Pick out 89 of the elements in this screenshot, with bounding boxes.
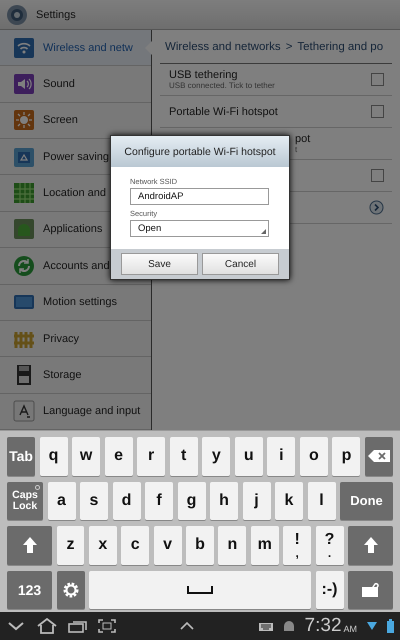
dialog-title: Configure portable Wi-Fi hotspot — [111, 136, 289, 167]
save-button[interactable]: Save — [121, 253, 198, 275]
key[interactable]: f — [145, 482, 173, 520]
checkbox[interactable] — [371, 169, 384, 182]
dropdown-corner-icon — [261, 229, 266, 234]
breadcrumb-separator: > — [286, 40, 292, 52]
speaker-icon — [13, 73, 35, 96]
key[interactable]: p — [332, 437, 360, 476]
battery-icon — [387, 619, 394, 633]
key[interactable]: w — [72, 437, 100, 476]
key[interactable]: s — [80, 482, 108, 520]
key[interactable]: v — [154, 526, 182, 564]
key[interactable]: c — [121, 526, 150, 564]
cancel-button[interactable]: Cancel — [202, 253, 279, 275]
sync-icon — [13, 254, 35, 277]
key[interactable]: Tab — [7, 437, 35, 476]
backspace-key[interactable] — [364, 437, 393, 476]
key[interactable]: m — [250, 526, 279, 564]
key[interactable]: u — [234, 437, 263, 476]
home-icon[interactable] — [36, 618, 58, 634]
setting-title: pot — [295, 133, 312, 145]
indicator-icon — [35, 484, 40, 490]
key[interactable]: ! , — [283, 526, 312, 564]
sidebar-item[interactable]: Applications — [43, 223, 102, 236]
input-field[interactable]: AndroidAP — [130, 188, 269, 205]
key[interactable]: l — [308, 482, 336, 520]
key[interactable]: h — [210, 482, 238, 520]
key[interactable]: :-) — [316, 570, 344, 609]
key[interactable]: k — [275, 482, 303, 520]
shift-key[interactable] — [7, 526, 52, 564]
screenshot-icon[interactable] — [98, 619, 116, 633]
key[interactable]: z — [56, 526, 84, 564]
key[interactable]: t — [170, 437, 198, 476]
sidebar-item[interactable]: Location and — [43, 187, 106, 200]
sidebar-item[interactable]: Screen — [43, 114, 78, 126]
key[interactable]: b — [186, 526, 214, 564]
key[interactable]: i — [267, 437, 296, 476]
checkbox[interactable] — [371, 73, 384, 86]
letter-icon — [13, 400, 35, 422]
settings-icon — [62, 580, 80, 599]
space-bar-icon — [187, 586, 213, 594]
wifi-icon — [13, 36, 35, 59]
checkbox[interactable] — [371, 105, 384, 118]
key[interactable]: x — [88, 526, 117, 564]
clipboard-key[interactable] — [348, 570, 393, 609]
setting-subtitle: USB connected. Tick to tether — [169, 81, 276, 90]
key[interactable]: o — [300, 437, 328, 476]
app-title: Settings — [36, 8, 76, 20]
sidebar-item[interactable]: Power saving — [43, 150, 110, 163]
sidebar-item[interactable]: Privacy — [43, 332, 80, 345]
dropdown[interactable]: Open — [130, 220, 269, 237]
sidebar-item[interactable]: Motion settings — [43, 296, 117, 308]
breadcrumb-link[interactable]: Wireless and networks — [165, 40, 281, 52]
settings-key[interactable] — [56, 570, 84, 609]
key[interactable]: y — [202, 437, 230, 476]
key[interactable]: d — [112, 482, 140, 520]
caps-lock-key[interactable]: Caps Lock — [7, 482, 43, 520]
key[interactable]: Done — [340, 482, 393, 520]
key[interactable]: a — [48, 482, 76, 520]
setting-title: Portable Wi-Fi hotspot — [169, 106, 279, 118]
key[interactable]: q — [40, 437, 68, 476]
shift-arrow-icon — [22, 537, 36, 554]
shift-key[interactable] — [348, 526, 393, 564]
key[interactable]: r — [137, 437, 166, 476]
wifi-icon — [367, 621, 378, 631]
key[interactable]: n — [218, 526, 246, 564]
sidebar-item[interactable]: Language and input — [43, 405, 140, 418]
sidebar-item[interactable]: Sound — [43, 78, 75, 90]
chevron-right-icon[interactable] — [369, 200, 384, 215]
caret-up-icon[interactable] — [179, 621, 196, 631]
keyboard-icon — [258, 621, 273, 631]
sidebar-item[interactable]: Accounts and — [43, 260, 110, 272]
key[interactable]: j — [242, 482, 270, 520]
setting-title: USB tethering — [169, 69, 238, 81]
key[interactable]: 123 — [7, 570, 52, 609]
key[interactable]: ? . — [316, 526, 344, 564]
sidebar-item[interactable]: Storage — [43, 368, 82, 381]
clock-meridiem: AM — [344, 624, 358, 634]
clock-time: 7:32 — [304, 615, 342, 637]
key[interactable]: e — [104, 437, 133, 476]
backspace-icon — [368, 450, 390, 462]
recent-apps-icon[interactable] — [68, 619, 88, 633]
breadcrumb-current: Tethering and po — [297, 40, 384, 52]
key[interactable]: g — [178, 482, 206, 520]
gear-icon — [6, 4, 28, 26]
grid-icon — [13, 182, 35, 204]
shift-arrow-icon — [364, 537, 378, 554]
setting-subtitle: t — [295, 145, 298, 154]
sun-icon — [13, 109, 35, 132]
